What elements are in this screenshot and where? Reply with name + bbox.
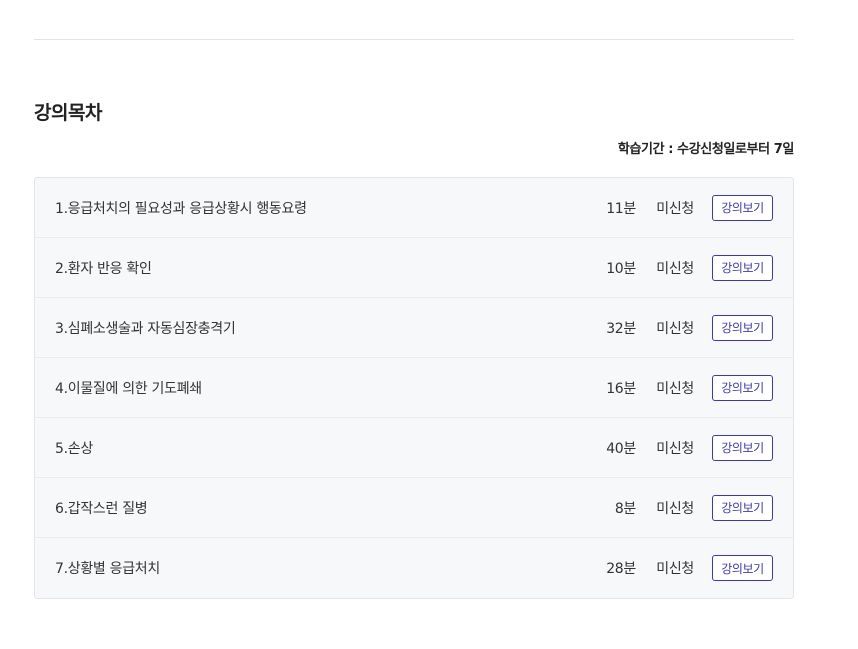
section-title: 강의목차 bbox=[34, 102, 102, 124]
lecture-status: 미신청 bbox=[656, 320, 694, 337]
lecture-title: 7.상황별 응급처치 bbox=[55, 561, 160, 577]
lecture-title: 1.응급처치의 필요성과 응급상황시 행동요령 bbox=[55, 200, 307, 217]
lecture-status: 미신청 bbox=[656, 440, 694, 457]
lecture-row: 5.손상 40분 미신청 강의보기 bbox=[35, 418, 793, 478]
lecture-title: 3.심폐소생술과 자동심장충격기 bbox=[55, 320, 236, 337]
lecture-row: 4.이물질에 의한 기도폐쇄 16분 미신청 강의보기 bbox=[35, 358, 793, 418]
lecture-title: 6.갑작스런 질병 bbox=[55, 500, 148, 517]
lecture-title: 4.이물질에 의한 기도폐쇄 bbox=[55, 380, 202, 397]
lecture-title: 5.손상 bbox=[55, 440, 93, 457]
watch-lecture-button[interactable]: 강의보기 bbox=[712, 494, 773, 521]
lecture-duration: 10분 bbox=[606, 260, 636, 277]
lecture-status: 미신청 bbox=[656, 260, 694, 277]
lecture-duration: 28분 bbox=[606, 561, 636, 577]
watch-lecture-button[interactable]: 강의보기 bbox=[712, 555, 773, 581]
watch-lecture-button[interactable]: 강의보기 bbox=[712, 254, 773, 281]
watch-lecture-button[interactable]: 강의보기 bbox=[712, 434, 773, 461]
lecture-duration: 40분 bbox=[606, 440, 636, 457]
watch-lecture-button[interactable]: 강의보기 bbox=[712, 374, 773, 401]
lecture-row: 1.응급처치의 필요성과 응급상황시 행동요령 11분 미신청 강의보기 bbox=[35, 178, 793, 238]
lecture-title: 2.환자 반응 확인 bbox=[55, 260, 152, 277]
watch-lecture-button[interactable]: 강의보기 bbox=[712, 194, 773, 221]
lecture-status: 미신청 bbox=[656, 380, 694, 397]
lecture-row: 6.갑작스런 질병 8분 미신청 강의보기 bbox=[35, 478, 793, 538]
lecture-duration: 16분 bbox=[606, 380, 636, 397]
lecture-row: 2.환자 반응 확인 10분 미신청 강의보기 bbox=[35, 238, 793, 298]
top-divider bbox=[34, 39, 794, 40]
study-period: 학습기간 : 수강신청일로부터 7일 bbox=[617, 142, 795, 157]
lecture-row: 7.상황별 응급처치 28분 미신청 강의보기 bbox=[35, 538, 793, 598]
lecture-status: 미신청 bbox=[656, 200, 694, 217]
lecture-duration: 32분 bbox=[606, 320, 636, 337]
lecture-duration: 8분 bbox=[614, 500, 636, 517]
watch-lecture-button[interactable]: 강의보기 bbox=[712, 314, 773, 341]
lecture-status: 미신청 bbox=[656, 561, 694, 577]
lecture-duration: 11분 bbox=[606, 200, 636, 217]
lecture-status: 미신청 bbox=[656, 500, 694, 517]
lecture-list: 1.응급처치의 필요성과 응급상황시 행동요령 11분 미신청 강의보기 2.환… bbox=[34, 177, 794, 599]
lecture-row: 3.심폐소생술과 자동심장충격기 32분 미신청 강의보기 bbox=[35, 298, 793, 358]
